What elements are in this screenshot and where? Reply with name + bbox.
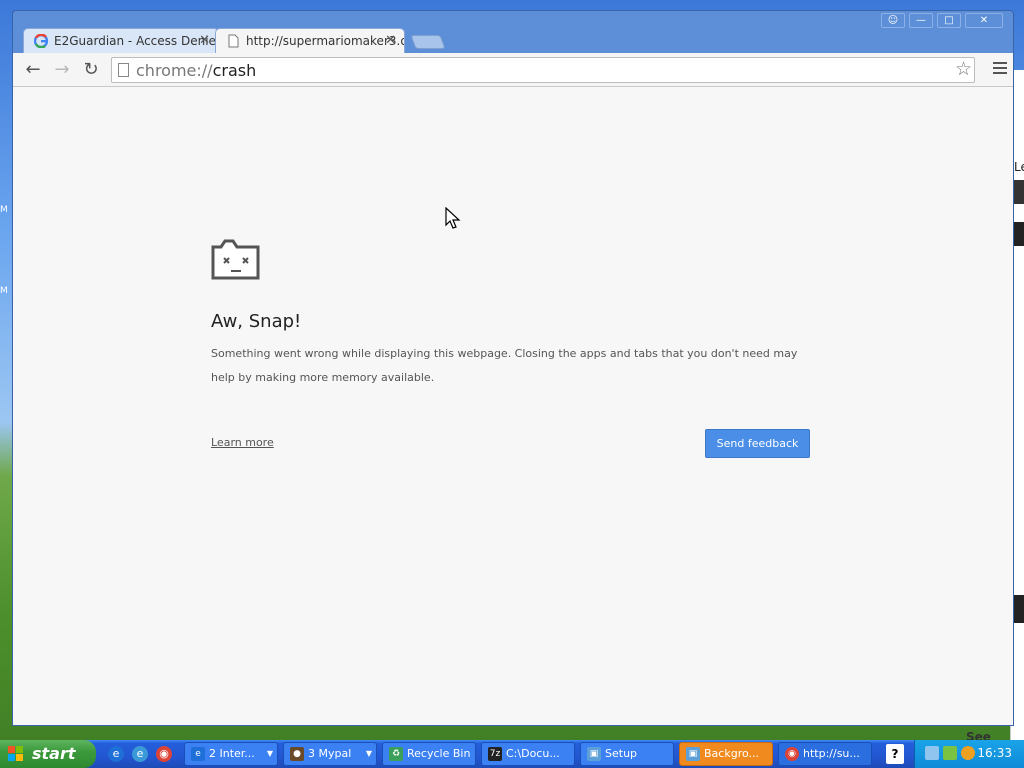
background-window-block	[1014, 180, 1024, 204]
sad-tab-icon	[211, 239, 260, 280]
taskbar-item-label: 3 Mypal	[308, 747, 352, 760]
taskbar-item-label: http://su...	[803, 747, 860, 760]
help-button[interactable]: ?	[886, 744, 904, 764]
taskbar: start e e ◉ e 2 Inter... ▼ ● 3 Mypal ▼ ♻…	[0, 740, 1024, 768]
tab-e2guardian[interactable]: E2Guardian - Access Denied ✕	[23, 28, 219, 53]
search-icon[interactable]	[961, 746, 975, 760]
tab-close-icon[interactable]: ✕	[199, 33, 210, 48]
window-controls: ☺ — □ ✕	[881, 13, 1003, 28]
system-tray: 16:33	[914, 740, 1024, 768]
quicklaunch-browser-icon[interactable]: e	[132, 746, 148, 762]
close-icon[interactable]: ✕	[965, 13, 1003, 28]
7zip-icon: 7z	[488, 747, 502, 761]
maximize-icon[interactable]: □	[937, 13, 961, 28]
network-icon[interactable]	[925, 746, 939, 760]
learn-more-link[interactable]: Learn more	[211, 436, 274, 449]
taskbar-item-background[interactable]: ▣ Backgro...	[679, 742, 773, 766]
windows-flag-icon	[8, 746, 23, 761]
minimize-icon[interactable]: —	[909, 13, 933, 28]
forward-button[interactable]: →	[50, 58, 74, 82]
taskbar-item-documents[interactable]: 7z C:\Docu...	[481, 742, 575, 766]
taskbar-item-chrome[interactable]: ◉ http://su...	[778, 742, 872, 766]
address-bar[interactable]: chrome://crash ☆	[111, 57, 975, 83]
page-icon	[228, 34, 239, 48]
reload-button[interactable]: ↻	[79, 58, 103, 82]
chevron-down-icon: ▼	[365, 749, 372, 758]
tab-label: E2Guardian - Access Denied	[54, 34, 219, 48]
desktop-glyph: M	[0, 205, 8, 215]
taskbar-item-ie[interactable]: e 2 Inter... ▼	[184, 742, 278, 766]
background-window-block	[1014, 222, 1024, 246]
user-icon[interactable]: ☺	[881, 13, 905, 28]
clock[interactable]: 16:33	[977, 746, 1012, 760]
taskbar-item-mypal[interactable]: ● 3 Mypal ▼	[283, 742, 377, 766]
crash-message: Something went wrong while displaying th…	[211, 347, 798, 384]
quicklaunch-ie-icon[interactable]: e	[108, 746, 124, 762]
send-feedback-button[interactable]: Send feedback	[705, 429, 810, 458]
tab-close-icon[interactable]: ✕	[385, 33, 396, 48]
mouse-cursor-icon	[445, 207, 461, 229]
background-window-block	[1014, 595, 1024, 623]
mypal-icon: ●	[290, 747, 304, 761]
tab-label: http://supermariomaker3.org	[246, 34, 405, 48]
background-icon: ▣	[686, 747, 700, 761]
page-content: Aw, Snap! Something went wrong while dis…	[13, 87, 1013, 725]
url-scheme: chrome://	[136, 61, 213, 80]
new-tab-button[interactable]	[410, 35, 446, 49]
taskbar-item-label: Backgro...	[704, 747, 759, 760]
taskbar-item-recycle-bin[interactable]: ♻ Recycle Bin	[382, 742, 476, 766]
url-host: crash	[212, 61, 257, 80]
back-button[interactable]: ←	[21, 58, 45, 82]
menu-icon[interactable]	[993, 62, 1007, 76]
taskbar-item-label: Setup	[605, 747, 638, 760]
crash-title: Aw, Snap!	[211, 311, 302, 332]
quicklaunch-chrome-icon[interactable]: ◉	[156, 746, 172, 762]
ie-icon: e	[191, 747, 205, 761]
taskbar-item-label: C:\Docu...	[506, 747, 560, 760]
start-button[interactable]: start	[0, 740, 96, 768]
start-label: start	[32, 744, 76, 763]
title-bar[interactable]: ☺ — □ ✕ E2Guardian - Access Denied ✕ htt…	[13, 11, 1013, 53]
tab-strip: E2Guardian - Access Denied ✕ http://supe…	[23, 28, 446, 53]
bookmark-star-icon[interactable]: ☆	[955, 58, 972, 80]
taskbar-item-setup[interactable]: ▣ Setup	[580, 742, 674, 766]
chrome-icon: ◉	[785, 747, 799, 761]
google-icon	[34, 34, 48, 48]
recycle-bin-icon: ♻	[389, 747, 403, 761]
chevron-down-icon: ▼	[266, 749, 273, 758]
tab-supermariomaker[interactable]: http://supermariomaker3.org ✕	[215, 28, 405, 53]
desktop-glyph: M	[0, 286, 8, 296]
toolbar: ← → ↻ chrome://crash ☆	[13, 53, 1013, 87]
url-text[interactable]: chrome://crash	[136, 61, 256, 80]
tray-app-icon[interactable]	[943, 746, 957, 760]
setup-icon: ▣	[587, 747, 601, 761]
taskbar-item-label: Recycle Bin	[407, 747, 471, 760]
taskbar-item-label: 2 Inter...	[209, 747, 255, 760]
background-window-text: Le	[1014, 160, 1024, 174]
page-icon	[118, 63, 129, 77]
chrome-window: ☺ — □ ✕ E2Guardian - Access Denied ✕ htt…	[12, 10, 1014, 726]
